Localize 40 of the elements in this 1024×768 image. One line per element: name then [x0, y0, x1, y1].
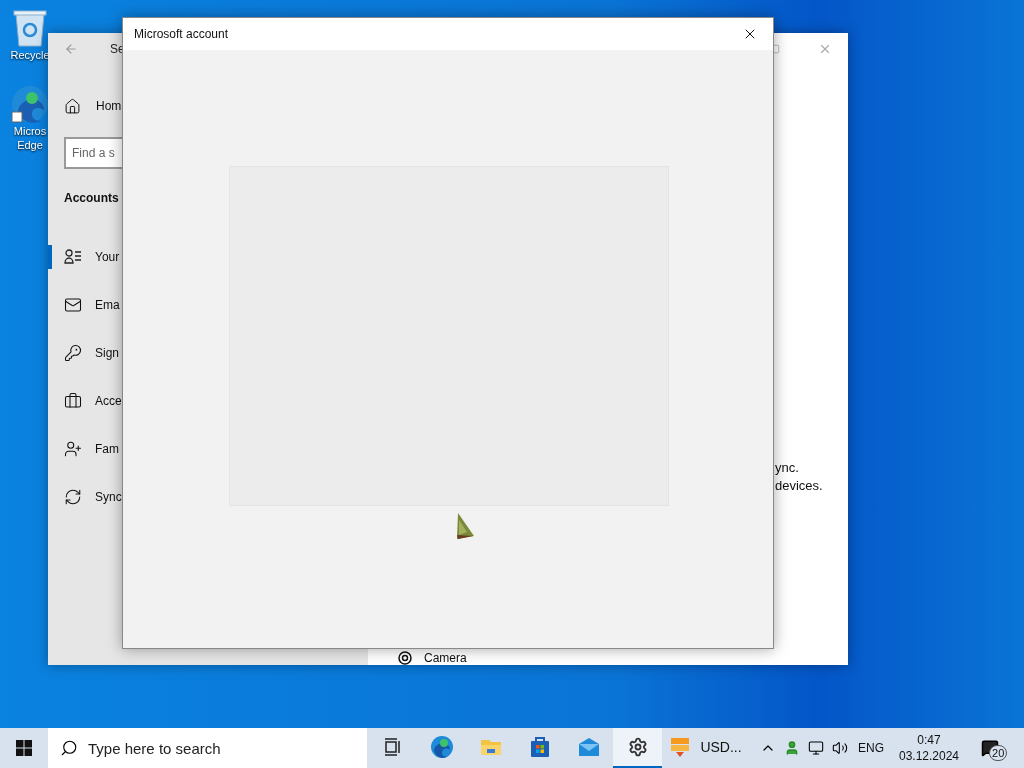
notification-count: 20: [989, 745, 1008, 761]
nav-item[interactable]: Sync: [48, 473, 122, 521]
desktop-icon-label[interactable]: Edge: [17, 138, 43, 152]
selection-indicator: [48, 245, 52, 269]
search-icon: [60, 739, 78, 757]
camera-icon: [398, 651, 412, 665]
dialog-title: Microsoft account: [134, 26, 229, 43]
task-view-icon: [382, 737, 403, 757]
mail-icon: [576, 735, 601, 759]
recycle-bin-icon: [12, 8, 48, 48]
description-text: devices.: [775, 477, 824, 495]
notifications-button[interactable]: 20: [970, 728, 1010, 768]
windows-logo-icon: [16, 740, 32, 756]
sync-icon: [64, 488, 82, 506]
settings-icon: [627, 737, 648, 757]
key-icon: [64, 344, 82, 362]
description-text: ync.: [775, 459, 800, 477]
section-heading: Accounts: [64, 190, 120, 207]
person-list-icon: [64, 248, 82, 266]
nav-item[interactable]: Ema: [48, 281, 122, 329]
person-add-icon: [64, 440, 82, 458]
edge-icon: [10, 84, 50, 124]
volume-icon[interactable]: [832, 740, 848, 756]
desktop-icon-label[interactable]: Recycle: [10, 48, 50, 62]
language-indicator[interactable]: ENG: [858, 739, 884, 757]
clock[interactable]: 0:47 03.12.2024: [896, 732, 962, 764]
home-item[interactable]: Hom: [48, 86, 122, 126]
nav-item[interactable]: Fam: [48, 425, 122, 473]
taskbar-app[interactable]: USD...: [662, 728, 748, 768]
nav-item[interactable]: Sign: [48, 329, 122, 377]
camera-label: Camera: [424, 651, 467, 665]
nav-item[interactable]: Your: [48, 233, 122, 281]
taskbar-app[interactable]: [613, 728, 662, 768]
desktop-icon-label[interactable]: Micros: [13, 124, 47, 138]
briefcase-icon: [64, 392, 82, 410]
mail-icon: [64, 296, 82, 314]
person-icon[interactable]: [784, 740, 800, 756]
home-icon: [64, 97, 81, 115]
nav-item[interactable]: Acce: [48, 377, 122, 425]
edge-icon: [429, 735, 454, 759]
